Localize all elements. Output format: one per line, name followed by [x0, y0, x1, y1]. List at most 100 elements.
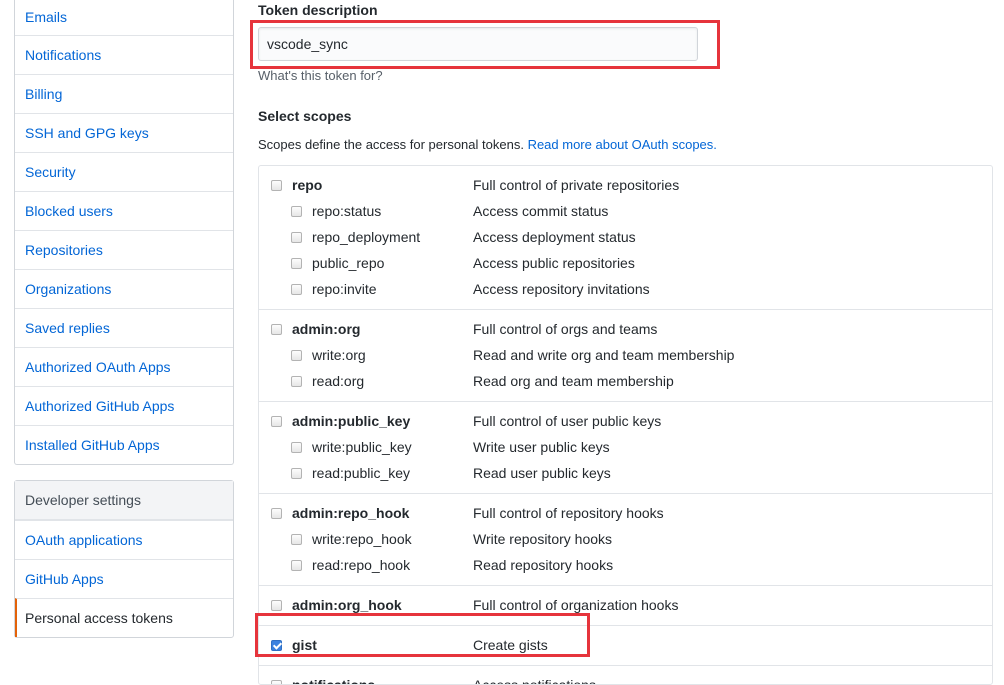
- scope-row-child: write:public_key Write user public keys: [259, 436, 992, 462]
- scope-name[interactable]: read:repo_hook: [312, 557, 410, 573]
- scopes-list: repo Full control of private repositories…: [258, 165, 993, 685]
- scope-group: notifications Access notifications: [259, 665, 992, 685]
- scope-description: Access public repositories: [473, 255, 635, 271]
- scope-name[interactable]: gist: [292, 637, 317, 653]
- sidebar-item-emails[interactable]: Emails: [15, 0, 233, 35]
- scope-checkbox[interactable]: [291, 468, 302, 479]
- sidebar-item-github-apps[interactable]: GitHub Apps: [15, 559, 233, 598]
- token-description-label: Token description: [258, 2, 378, 18]
- scope-checkbox[interactable]: [271, 416, 282, 427]
- scope-name[interactable]: read:org: [312, 373, 364, 389]
- scopes-description: Scopes define the access for personal to…: [258, 137, 717, 152]
- scope-row: gist Create gists: [259, 634, 992, 660]
- scope-name[interactable]: admin:repo_hook: [292, 505, 409, 521]
- developer-settings-heading: Developer settings: [15, 481, 233, 520]
- scope-name[interactable]: write:org: [312, 347, 366, 363]
- scope-description: Full control of user public keys: [473, 413, 662, 429]
- select-scopes-title: Select scopes: [258, 108, 352, 124]
- scope-checkbox[interactable]: [291, 442, 302, 453]
- scope-name[interactable]: repo:status: [312, 203, 381, 219]
- sidebar-item-blocked-users[interactable]: Blocked users: [15, 191, 233, 230]
- scope-group: admin:repo_hook Full control of repositor…: [259, 493, 992, 585]
- scope-row-child: write:repo_hook Write repository hooks: [259, 528, 992, 554]
- scope-row-child: repo:invite Access repository invitations: [259, 278, 992, 304]
- sidebar-item-authorized-github-apps[interactable]: Authorized GitHub Apps: [15, 386, 233, 425]
- scope-name[interactable]: repo:invite: [312, 281, 377, 297]
- scope-name[interactable]: read:public_key: [312, 465, 410, 481]
- sidebar-item-oauth-applications[interactable]: OAuth applications: [15, 520, 233, 559]
- scope-checkbox[interactable]: [291, 206, 302, 217]
- scope-description: Read repository hooks: [473, 557, 614, 573]
- token-description-note: What's this token for?: [258, 68, 383, 83]
- scope-name[interactable]: public_repo: [312, 255, 384, 271]
- scope-checkbox[interactable]: [291, 350, 302, 361]
- scope-description: Read user public keys: [473, 465, 611, 481]
- scope-checkbox[interactable]: [271, 680, 282, 684]
- scope-group: admin:org Full control of orgs and teams w…: [259, 309, 992, 401]
- settings-sidebar: Emails Notifications Billing SSH and GPG…: [14, 0, 234, 638]
- scope-name[interactable]: admin:public_key: [292, 413, 410, 429]
- sidebar-item-security[interactable]: Security: [15, 152, 233, 191]
- scope-description: Access deployment status: [473, 229, 636, 245]
- scope-description: Full control of organization hooks: [473, 597, 679, 613]
- scope-checkbox[interactable]: [271, 640, 282, 651]
- scope-description: Create gists: [473, 637, 548, 653]
- scope-group: repo Full control of private repositories…: [259, 166, 992, 309]
- sidebar-item-organizations[interactable]: Organizations: [15, 269, 233, 308]
- scope-row-child: write:org Read and write org and team mem…: [259, 344, 992, 370]
- scope-row-child: repo:status Access commit status: [259, 200, 992, 226]
- sidebar-item-authorized-oauth-apps[interactable]: Authorized OAuth Apps: [15, 347, 233, 386]
- scope-group: admin:public_key Full control of user pub…: [259, 401, 992, 493]
- sidebar-item-billing[interactable]: Billing: [15, 74, 233, 113]
- scope-checkbox[interactable]: [271, 600, 282, 611]
- scope-description: Read and write org and team membership: [473, 347, 735, 363]
- scope-checkbox[interactable]: [271, 508, 282, 519]
- scope-checkbox[interactable]: [271, 180, 282, 191]
- scope-checkbox[interactable]: [291, 560, 302, 571]
- sidebar-item-ssh-gpg-keys[interactable]: SSH and GPG keys: [15, 113, 233, 152]
- scope-checkbox[interactable]: [291, 284, 302, 295]
- scope-description: Full control of repository hooks: [473, 505, 664, 521]
- scopes-description-text: Scopes define the access for personal to…: [258, 137, 524, 152]
- scope-row-child: read:org Read org and team membership: [259, 370, 992, 396]
- scope-group: gist Create gists: [259, 625, 992, 665]
- scope-row-child: read:repo_hook Read repository hooks: [259, 554, 992, 580]
- scope-name[interactable]: write:repo_hook: [312, 531, 412, 547]
- scope-name[interactable]: admin:org_hook: [292, 597, 402, 613]
- scope-row: admin:org Full control of orgs and teams: [259, 318, 992, 344]
- scope-checkbox[interactable]: [291, 376, 302, 387]
- scope-description: Write user public keys: [473, 439, 610, 455]
- scope-row: admin:repo_hook Full control of repositor…: [259, 502, 992, 528]
- scope-name[interactable]: admin:org: [292, 321, 360, 337]
- settings-menu: Emails Notifications Billing SSH and GPG…: [14, 0, 234, 465]
- scope-name[interactable]: repo_deployment: [312, 229, 420, 245]
- scope-description: Access notifications: [473, 677, 596, 685]
- scope-name[interactable]: write:public_key: [312, 439, 412, 455]
- sidebar-item-installed-github-apps[interactable]: Installed GitHub Apps: [15, 425, 233, 464]
- oauth-scopes-link[interactable]: Read more about OAuth scopes.: [528, 137, 717, 152]
- sidebar-item-repositories[interactable]: Repositories: [15, 230, 233, 269]
- scope-description: Full control of orgs and teams: [473, 321, 658, 337]
- scope-row: repo Full control of private repositories: [259, 174, 992, 200]
- scope-checkbox[interactable]: [291, 534, 302, 545]
- sidebar-item-personal-access-tokens[interactable]: Personal access tokens: [15, 598, 233, 637]
- scope-row: notifications Access notifications: [259, 674, 992, 685]
- scope-group: admin:org_hook Full control of organizati…: [259, 585, 992, 625]
- scope-checkbox[interactable]: [291, 258, 302, 269]
- sidebar-item-notifications[interactable]: Notifications: [15, 35, 233, 74]
- developer-settings-menu: Developer settings OAuth applications Gi…: [14, 480, 234, 638]
- scope-row: admin:org_hook Full control of organizati…: [259, 594, 992, 620]
- token-description-input[interactable]: [258, 27, 698, 61]
- scope-name[interactable]: repo: [292, 177, 322, 193]
- scope-description: Write repository hooks: [473, 531, 613, 547]
- scope-checkbox[interactable]: [271, 324, 282, 335]
- scope-description: Full control of private repositories: [473, 177, 680, 193]
- scope-row-child: repo_deployment Access deployment status: [259, 226, 992, 252]
- scope-row-child: read:public_key Read user public keys: [259, 462, 992, 488]
- scope-description: Access repository invitations: [473, 281, 650, 297]
- scope-description: Access commit status: [473, 203, 609, 219]
- scope-checkbox[interactable]: [291, 232, 302, 243]
- scope-row-child: public_repo Access public repositories: [259, 252, 992, 278]
- scope-name[interactable]: notifications: [292, 677, 375, 684]
- sidebar-item-saved-replies[interactable]: Saved replies: [15, 308, 233, 347]
